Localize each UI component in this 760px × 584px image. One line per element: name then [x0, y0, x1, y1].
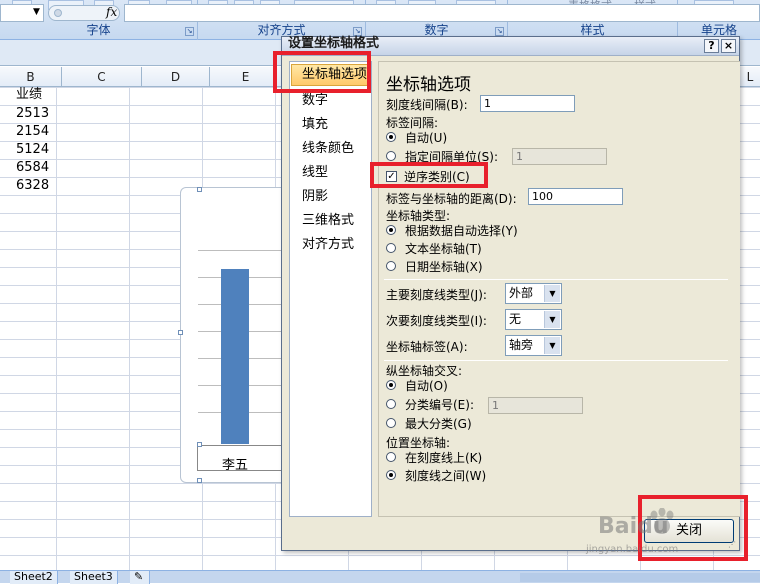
minor-tick-select[interactable]: 无 ▼: [505, 309, 562, 330]
cross-auto-label: 自动(O): [405, 379, 448, 393]
help-icon[interactable]: ?: [704, 39, 719, 53]
cross-max-label: 最大分类(G): [405, 417, 472, 431]
sheet-tab-bar: Sheet2 Sheet3 ✎: [0, 570, 760, 584]
resize-handle[interactable]: [197, 478, 202, 483]
column-header-e[interactable]: E: [210, 67, 282, 87]
resize-handle[interactable]: [197, 187, 202, 192]
cross-category-radio[interactable]: [386, 399, 396, 409]
cell-value[interactable]: 6328: [16, 177, 49, 195]
cross-max-radio[interactable]: [386, 418, 396, 428]
category-label: 李五: [222, 458, 249, 473]
axis-labels-select[interactable]: 轴旁 ▼: [505, 335, 562, 356]
minor-tick-label: 次要刻度线类型(I):: [386, 314, 487, 328]
tick-interval-input[interactable]: 1: [480, 95, 575, 112]
axis-type-auto-label: 根据数据自动选择(Y): [405, 224, 518, 238]
interval-unit-input[interactable]: 1: [512, 148, 607, 165]
major-tick-label: 主要刻度线类型(J):: [386, 288, 487, 302]
label-interval-specify-radio[interactable]: [386, 151, 396, 161]
watermark-url: jingyan.baidu.com: [586, 544, 679, 555]
tick-interval-label: 刻度线间隔(B):: [386, 98, 468, 112]
cross-auto-radio[interactable]: [386, 380, 396, 390]
axis-type-auto-radio[interactable]: [386, 225, 396, 235]
dialog-launcher-icon[interactable]: ↘: [185, 27, 194, 36]
panel-title: 坐标轴选项: [386, 75, 471, 95]
resize-handle[interactable]: [197, 442, 202, 447]
resize-handle[interactable]: [178, 330, 183, 335]
section-divider: [384, 360, 728, 361]
nav-item-number[interactable]: 数字: [302, 92, 328, 110]
major-tick-value: 外部: [509, 286, 534, 300]
dialog-title: 设置坐标轴格式: [288, 36, 380, 51]
horizontal-scrollbar[interactable]: [520, 573, 760, 582]
label-interval-auto-label: 自动(U): [405, 131, 448, 145]
watermark-brand: Baidu: [598, 514, 669, 539]
insert-function-button[interactable]: fx: [106, 5, 117, 19]
nav-item-line-color[interactable]: 线条颜色: [302, 140, 354, 158]
nav-item-3d-format[interactable]: 三维格式: [302, 212, 354, 230]
label-interval-auto-radio[interactable]: [386, 132, 396, 142]
nav-item-line-style[interactable]: 线型: [302, 164, 328, 182]
label-distance-label: 标签与坐标轴的距离(D):: [386, 192, 517, 206]
chevron-down-icon[interactable]: ▼: [544, 285, 560, 302]
position-between-label: 刻度线之间(W): [405, 469, 487, 483]
position-between-radio[interactable]: [386, 470, 396, 480]
dialog-launcher-icon[interactable]: ↘: [495, 27, 504, 36]
axis-type-date-label: 日期坐标轴(X): [405, 260, 483, 274]
cell-value[interactable]: 2154: [16, 123, 49, 141]
nav-item-alignment[interactable]: 对齐方式: [302, 236, 354, 254]
chart-bar[interactable]: [221, 269, 249, 444]
cross-category-input[interactable]: 1: [488, 397, 583, 414]
column-header-b[interactable]: B: [0, 67, 62, 87]
chart-gridline: [198, 250, 284, 251]
column-header-c[interactable]: C: [62, 67, 142, 87]
highlight-axis-options: [273, 51, 371, 93]
axis-type-text-radio[interactable]: [386, 243, 396, 253]
nav-item-shadow[interactable]: 阴影: [302, 188, 328, 206]
position-on-tick-label: 在刻度线上(K): [405, 451, 483, 465]
sheet-tab-3[interactable]: Sheet3: [70, 571, 118, 584]
nav-item-fill[interactable]: 填充: [302, 116, 328, 134]
column-header-d[interactable]: D: [142, 67, 210, 87]
axis-type-date-radio[interactable]: [386, 261, 396, 271]
cell-header[interactable]: 业绩: [16, 86, 42, 104]
chevron-down-icon[interactable]: ▼: [544, 337, 560, 354]
axis-labels-value: 轴旁: [509, 338, 534, 352]
chevron-down-icon[interactable]: ▼: [33, 7, 40, 17]
cell-value[interactable]: 6584: [16, 159, 49, 177]
drag-handle-icon[interactable]: [54, 9, 62, 17]
chevron-down-icon[interactable]: ▼: [544, 311, 560, 328]
highlight-reverse-categories: [370, 162, 488, 188]
ribbon-group-label: 字体: [86, 23, 111, 37]
minor-tick-value: 无: [509, 312, 522, 326]
sheet-tab-2[interactable]: Sheet2: [10, 571, 58, 584]
axis-labels-label: 坐标轴标签(A):: [386, 340, 468, 354]
cell-value[interactable]: 5124: [16, 141, 49, 159]
position-on-tick-radio[interactable]: [386, 452, 396, 462]
formula-input[interactable]: [124, 4, 760, 22]
column-header-l[interactable]: L: [740, 67, 760, 87]
label-distance-input[interactable]: 100: [528, 188, 623, 205]
cross-category-label: 分类编号(E):: [405, 398, 474, 412]
major-tick-select[interactable]: 外部 ▼: [505, 283, 562, 304]
axis-type-text-label: 文本坐标轴(T): [405, 242, 482, 256]
new-sheet-icon[interactable]: ✎: [130, 571, 150, 584]
close-icon[interactable]: ×: [721, 39, 736, 53]
section-divider: [384, 279, 728, 280]
cell-value[interactable]: 2513: [16, 105, 49, 123]
